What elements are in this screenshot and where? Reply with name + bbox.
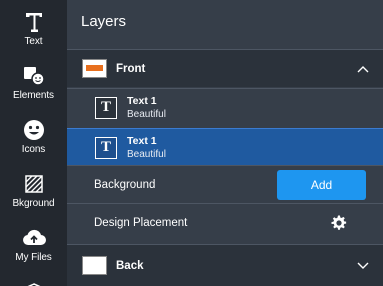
section-name: Back — [116, 259, 144, 272]
layer-subtitle: Beautiful — [127, 108, 166, 120]
graduation-cap-icon — [24, 276, 44, 286]
rail-item-label: Bkground — [12, 198, 55, 209]
background-pattern-icon — [24, 172, 43, 196]
rail-item-label: Text — [24, 36, 43, 47]
rail-item-my-files[interactable]: My Files — [0, 226, 67, 263]
panel-title: Layers — [81, 13, 127, 30]
smiley-icon — [23, 118, 45, 142]
rail-item-label: Elements — [13, 90, 54, 101]
cloud-upload-icon — [22, 226, 46, 250]
add-background-button[interactable]: Add — [277, 170, 366, 200]
text-layer-icon: T — [95, 136, 117, 159]
rail-item-elements[interactable]: Elements — [0, 64, 67, 101]
chevron-up-icon[interactable] — [357, 65, 369, 73]
chevron-down-icon[interactable] — [357, 262, 369, 270]
rail-item-label: Icons — [21, 144, 46, 155]
layer-item[interactable]: T Text 1 Beautiful — [67, 88, 383, 126]
tool-rail: Text Elements Icons Bkground My Files — [0, 0, 67, 286]
section-back[interactable]: Back — [67, 244, 383, 286]
layer-title: Text 1 — [127, 134, 157, 147]
section-front[interactable]: Front — [67, 49, 383, 87]
rail-item-label: My Files — [15, 252, 52, 263]
background-label: Background — [94, 178, 156, 191]
text-icon — [25, 10, 43, 34]
rail-item-icons[interactable]: Icons — [0, 118, 67, 155]
layer-subtitle: Beautiful — [127, 148, 166, 160]
layers-panel: Layers Front T Text 1 Beautiful T Text 1… — [67, 0, 383, 286]
rail-item-text[interactable]: Text — [0, 10, 67, 47]
layer-title: Text 1 — [127, 94, 157, 107]
gear-icon[interactable] — [330, 214, 348, 232]
layer-item-selected[interactable]: T Text 1 Beautiful — [67, 128, 383, 166]
text-layer-icon: T — [95, 96, 117, 119]
rail-item-background[interactable]: Bkground — [0, 172, 67, 209]
design-placement-label: Design Placement — [94, 216, 188, 229]
background-row: Background Add — [67, 165, 383, 203]
elements-icon — [23, 64, 45, 88]
design-placement-row[interactable]: Design Placement — [67, 203, 383, 241]
section-name: Front — [116, 62, 146, 75]
front-thumbnail — [82, 59, 107, 78]
back-thumbnail — [82, 256, 107, 275]
rail-item-more[interactable] — [0, 276, 67, 286]
